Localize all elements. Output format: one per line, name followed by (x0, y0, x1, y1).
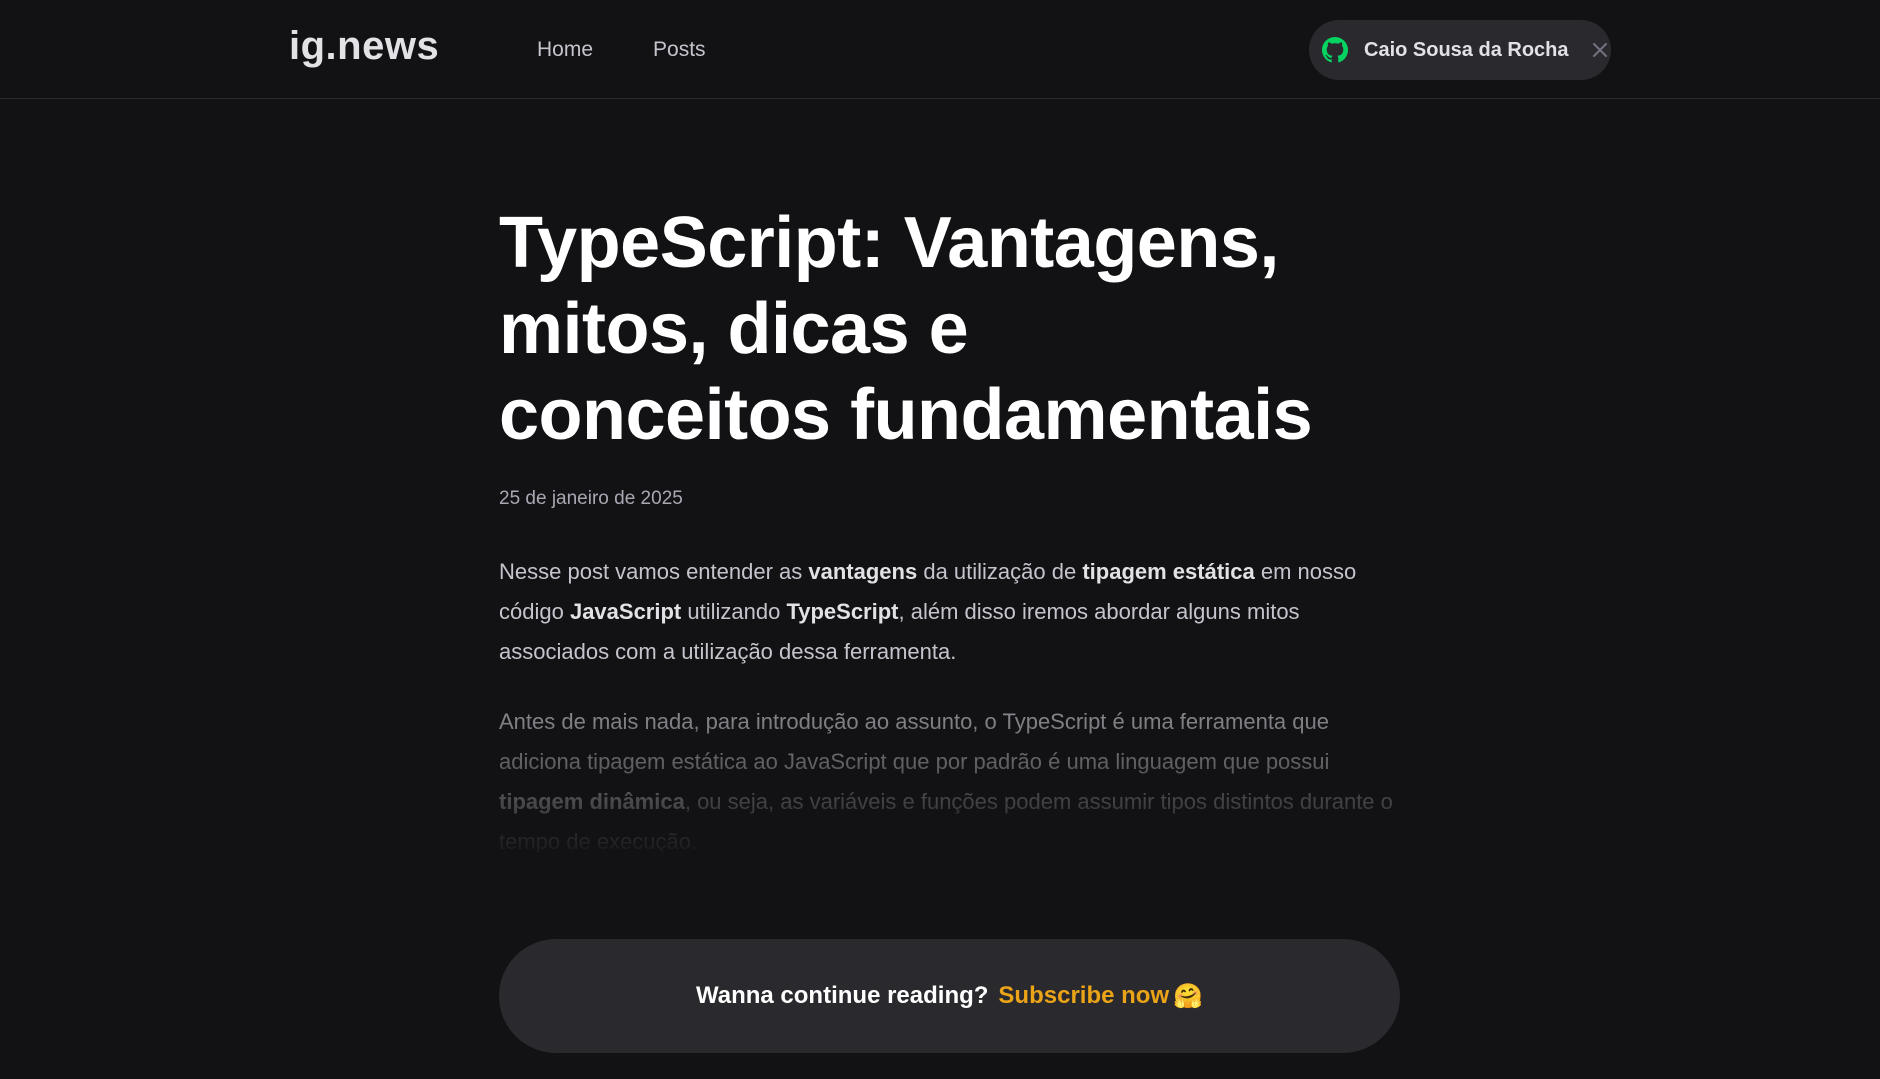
post-content: Nesse post vamos entender as vantagens d… (499, 552, 1399, 852)
nav-home[interactable]: Home (537, 38, 593, 62)
post-date: 25 de janeiro de 2025 (499, 488, 683, 509)
close-icon[interactable] (1591, 41, 1609, 59)
hugging-face-icon: 🤗 (1173, 982, 1204, 1010)
post-title: TypeScript: Vantagens, mitos, dicas e co… (499, 203, 1313, 455)
main-nav: Home Posts (537, 38, 706, 62)
continue-reading-banner: Wanna continue reading? Subscribe now 🤗 (499, 939, 1400, 1053)
top-header: ig.news Home Posts Caio Sousa da Rocha (0, 0, 1880, 99)
subscribe-now-link[interactable]: Subscribe now (998, 982, 1169, 1010)
sign-out-button[interactable]: Caio Sousa da Rocha (1309, 20, 1611, 80)
paragraph-1: Nesse post vamos entender as vantagens d… (499, 559, 1357, 664)
continue-reading-text: Wanna continue reading? (695, 982, 989, 1009)
nav-posts[interactable]: Posts (653, 38, 706, 62)
post-article: TypeScript: Vantagens, mitos, dicas e co… (499, 200, 1399, 882)
github-icon (1321, 36, 1349, 64)
paragraph-2-preview: Antes de mais nada, para introdução ao a… (499, 709, 1393, 852)
logo[interactable]: ig.news (289, 24, 439, 69)
user-name: Caio Sousa da Rocha (1364, 38, 1569, 61)
